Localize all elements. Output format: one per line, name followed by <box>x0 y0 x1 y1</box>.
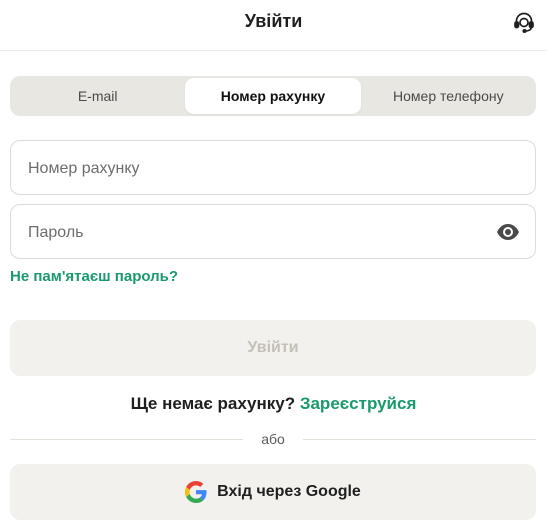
login-submit-button[interactable]: Увійти <box>10 320 536 376</box>
top-bar: Увійти <box>0 0 547 51</box>
google-login-button[interactable]: Вхід через Google <box>10 464 536 520</box>
or-divider: або <box>10 430 536 450</box>
register-question: Ще немає рахунку? <box>130 394 296 413</box>
account-number-input[interactable] <box>26 141 490 196</box>
forgot-password-link[interactable]: Не пам'ятаєш пароль? <box>10 268 178 285</box>
tab-phone-number[interactable]: Номер телефону <box>361 76 536 116</box>
tab-email[interactable]: E-mail <box>10 76 185 116</box>
register-link[interactable]: Зареєструйся <box>300 394 417 413</box>
password-input[interactable] <box>26 205 490 260</box>
login-method-tabs: E-mail Номер рахунку Номер телефону <box>10 76 536 116</box>
page-title: Увійти <box>244 11 303 31</box>
register-prompt: Ще немає рахунку? Зареєструйся <box>0 394 547 414</box>
tab-account-number[interactable]: Номер рахунку <box>185 78 361 114</box>
google-login-label: Вхід через Google <box>217 483 361 500</box>
google-icon <box>185 481 207 503</box>
password-field[interactable] <box>10 204 536 260</box>
account-number-field[interactable] <box>10 140 536 196</box>
eye-icon[interactable] <box>496 221 520 243</box>
divider-line-right <box>303 439 536 440</box>
headset-icon[interactable] <box>512 10 536 34</box>
